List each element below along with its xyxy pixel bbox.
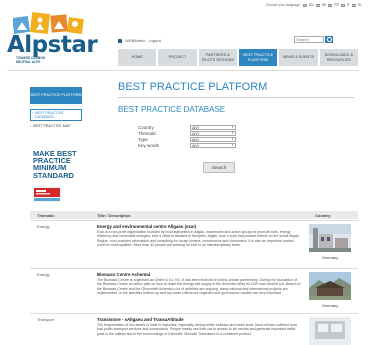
row-thematic: Transport — [37, 317, 54, 322]
table-row[interactable]: Energy Energy and environmental centre A… — [30, 220, 358, 272]
sidebar-submenu: › BEST PRACTICE DATABASE › BEST PRACTICE… — [30, 109, 82, 132]
sidebar-item-map[interactable]: › BEST PRACTICE MAP — [30, 124, 82, 128]
lang-en[interactable]: EN — [309, 3, 314, 7]
lock-icon — [118, 38, 122, 43]
filter-type: Type ANY — [138, 136, 248, 142]
row-country: Germany — [321, 255, 339, 260]
type-select[interactable]: ANY — [190, 136, 236, 142]
lang-fr[interactable]: FR — [334, 3, 339, 7]
nav-news-events[interactable]: NEWS & EVENTS — [279, 49, 318, 66]
flag-icon[interactable] — [302, 3, 307, 7]
row-description: The Biomass Centre is organised as GmbH … — [97, 278, 301, 295]
thematic-select[interactable]: ANY — [190, 130, 236, 136]
page-title: BEST PRACTICE PLATFORM — [118, 81, 268, 93]
nav-partners[interactable]: PARTNERS & PILOTS REGIONS — [198, 49, 237, 66]
campaign-banner[interactable]: MAKE BEST PRACTICE MINIMUM STANDARD — [33, 150, 83, 179]
row-title[interactable]: Transistore - sAllgaeu and TransaAltitud… — [97, 317, 297, 322]
campaign-badge-image[interactable] — [33, 186, 61, 202]
lang-de[interactable]: DE — [322, 3, 327, 7]
lang-sl[interactable]: SL — [358, 3, 362, 7]
language-label: Choose your language: — [265, 3, 301, 7]
language-bar: Choose your language: EN DE FR IT SL — [266, 3, 362, 7]
row-thumbnail-image[interactable] — [309, 272, 351, 300]
table-header: Thematic Title / Description Country — [30, 211, 358, 219]
chevron-right-icon: › — [32, 111, 34, 115]
site-logo[interactable]: Alpstar TOWARD CARBON NEUTRAL ALPS — [7, 7, 98, 64]
sidebar-item-database[interactable]: › BEST PRACTICE DATABASE — [30, 109, 82, 122]
row-thumbnail-image[interactable] — [309, 317, 351, 345]
column-header-country[interactable]: Country — [315, 213, 330, 218]
nav-best-practice[interactable]: BEST PRACTICE PLATFORM — [238, 49, 278, 66]
row-thumbnail-image[interactable] — [309, 224, 351, 252]
flag-icon[interactable] — [315, 3, 320, 7]
section-title: BEST PRACTICE DATABASE — [118, 105, 226, 114]
title-divider — [118, 97, 354, 98]
nav-downloads[interactable]: DOWNLOADS & RESOURCES — [319, 49, 358, 66]
row-thematic: Energy — [37, 272, 50, 277]
nav-home[interactable]: HOME — [118, 49, 157, 66]
row-title[interactable]: Energy and environmental centre Allgaeu … — [97, 224, 297, 229]
table-row[interactable]: Transport Transistore - sAllgaeu and Tra… — [30, 313, 358, 345]
filter-label: Key words — [138, 142, 160, 148]
row-description: Eza! is a non-profit organisation founde… — [97, 230, 299, 247]
search-button[interactable]: Search — [203, 162, 235, 173]
flag-icon[interactable] — [351, 3, 356, 7]
page: Choose your language: EN DE FR IT SL Alp… — [0, 0, 368, 345]
row-description: The frequentation of ski resorts in Vall… — [97, 323, 297, 336]
flag-icon[interactable] — [340, 3, 345, 7]
filter-label: Country — [138, 124, 154, 130]
country-select[interactable]: ANY — [190, 124, 236, 130]
login-row: WEBAdmin Logout — [118, 38, 161, 43]
filter-form: Country ANY Thematic ANY Type ANY Key wo… — [138, 124, 248, 148]
keywords-select[interactable]: ANY — [190, 142, 236, 148]
search-input[interactable]: Search — [294, 36, 324, 43]
column-header-thematic[interactable]: Thematic — [37, 213, 55, 218]
filter-country: Country ANY — [138, 124, 248, 130]
logo-wordmark: Alpstar — [7, 32, 98, 58]
flag-icon[interactable] — [328, 3, 333, 7]
row-thematic: Energy — [37, 224, 50, 229]
nav-project[interactable]: PROJECT — [158, 49, 197, 66]
logo-tagline: TOWARD CARBON NEUTRAL ALPS — [16, 56, 45, 64]
column-header-title[interactable]: Title / Description — [97, 213, 131, 218]
header-divider — [7, 70, 359, 71]
filter-thematic: Thematic ANY — [138, 130, 248, 136]
main-nav: HOME PROJECT PARTNERS & PILOTS REGIONS B… — [118, 49, 358, 66]
logout-link[interactable]: Logout — [148, 38, 160, 43]
lang-it[interactable]: IT — [347, 3, 350, 7]
row-title[interactable]: Biomass Centre Achental — [97, 272, 297, 277]
filter-label: Type — [138, 136, 148, 142]
table-row[interactable]: Energy Biomass Centre Achental The Bioma… — [30, 268, 358, 313]
chevron-right-icon: › — [30, 124, 32, 129]
username[interactable]: WEBAdmin — [125, 38, 145, 43]
search-icon[interactable] — [325, 36, 333, 43]
filter-keywords: Key words ANY — [138, 142, 248, 148]
sidebar-section-active[interactable]: BEST PRACTICE PLATFORM — [30, 87, 82, 104]
row-country: Germany — [321, 303, 339, 308]
filter-label: Thematic — [138, 130, 157, 136]
